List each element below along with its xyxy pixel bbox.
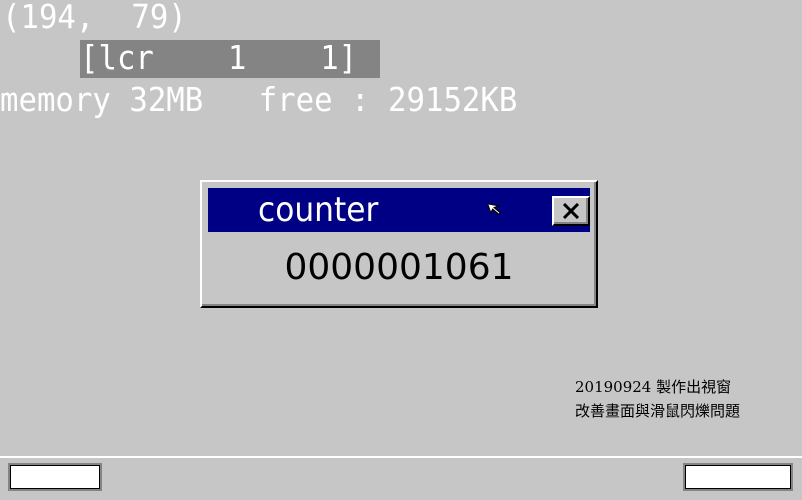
close-button[interactable] — [552, 196, 590, 226]
key-status-text: [lcr 1 1] — [80, 38, 358, 77]
taskbar-start-button[interactable] — [8, 463, 102, 491]
note-line-2: 改善畫面與滑鼠閃爍問題 — [575, 402, 741, 420]
note-text: 20190924 製作出視窗 改善畫面與滑鼠閃爍問題 — [575, 375, 740, 423]
window-title: counter — [258, 190, 379, 230]
window-titlebar[interactable]: counter — [208, 188, 590, 232]
close-icon — [562, 203, 580, 219]
taskbar — [0, 456, 802, 500]
desktop: (194, 79) [lcr 1 1] memory 32MB free : 2… — [0, 0, 802, 456]
taskbar-tray-button[interactable] — [683, 463, 793, 491]
memory-info: memory 32MB free : 29152KB — [0, 80, 518, 119]
counter-value: 0000001061 — [284, 247, 514, 288]
mouse-coordinates: (194, 79) — [2, 0, 187, 36]
note-line-1: 20190924 製作出視窗 — [575, 378, 732, 396]
counter-window[interactable]: counter 0000001061 — [200, 180, 598, 308]
arrow-cursor-icon — [488, 202, 502, 216]
